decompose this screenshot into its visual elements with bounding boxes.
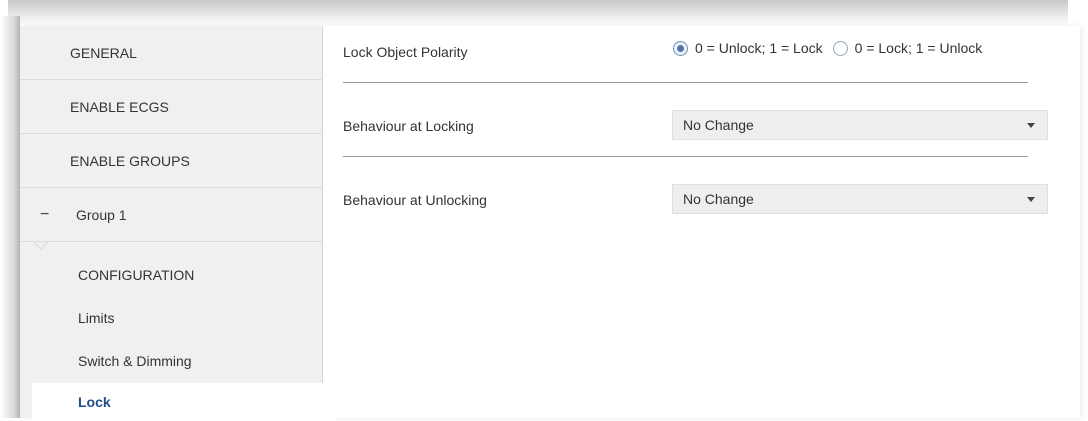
- sidebar-item-general[interactable]: GENERAL: [20, 26, 323, 80]
- polarity-option-lock-unlock[interactable]: 0 = Lock; 1 = Unlock: [832, 40, 983, 56]
- sidebar: GENERAL ENABLE ECGS ENABLE GROUPS − Grou…: [20, 26, 336, 421]
- behaviour-locking-label: Behaviour at Locking: [343, 118, 474, 134]
- behaviour-locking-select[interactable]: No Change: [672, 110, 1048, 140]
- sidebar-subitem-label: Lock: [78, 394, 111, 410]
- divider: [343, 156, 1028, 157]
- radio-label: 0 = Unlock; 1 = Lock: [695, 40, 823, 56]
- sidebar-subitem-lock[interactable]: Lock: [32, 383, 336, 421]
- sidebar-item-label: ENABLE ECGS: [70, 98, 169, 115]
- behaviour-unlocking-label: Behaviour at Unlocking: [343, 192, 487, 208]
- select-value: No Change: [683, 117, 754, 133]
- collapse-minus-icon[interactable]: −: [40, 188, 49, 242]
- tree-notch-icon: [34, 242, 48, 250]
- polarity-option-unlock-lock[interactable]: 0 = Unlock; 1 = Lock: [673, 40, 823, 56]
- sidebar-subitem-label: CONFIGURATION: [78, 267, 195, 283]
- sidebar-item-label: ENABLE GROUPS: [70, 152, 190, 169]
- radio-checked-icon[interactable]: [673, 40, 688, 56]
- sidebar-item-label: Group 1: [76, 206, 127, 223]
- select-value: No Change: [683, 191, 754, 207]
- sidebar-item-group-1[interactable]: − Group 1: [20, 188, 323, 242]
- radio-unchecked-icon[interactable]: [832, 40, 848, 56]
- sidebar-subitem-switch-dimming[interactable]: Switch & Dimming: [20, 342, 323, 380]
- sidebar-subitem-label: Switch & Dimming: [78, 353, 192, 369]
- sidebar-subitem-configuration[interactable]: CONFIGURATION: [20, 256, 323, 294]
- sidebar-subitem-limits[interactable]: Limits: [20, 299, 323, 337]
- main-panel: Lock Object Polarity 0 = Unlock; 1 = Loc…: [323, 26, 1080, 418]
- radio-label: 0 = Lock; 1 = Unlock: [854, 40, 983, 56]
- dropdown-caret-icon: [1027, 197, 1035, 202]
- divider: [343, 82, 1028, 83]
- window-left-shadow: [0, 16, 20, 418]
- window-top-shadow: [8, 0, 1068, 26]
- lock-polarity-radio-group: 0 = Unlock; 1 = Lock 0 = Lock; 1 = Unloc…: [673, 40, 982, 56]
- sidebar-item-label: GENERAL: [70, 44, 137, 61]
- dropdown-caret-icon: [1027, 123, 1035, 128]
- sidebar-subitem-label: Limits: [78, 310, 115, 326]
- sidebar-item-enable-groups[interactable]: ENABLE GROUPS: [20, 134, 323, 188]
- lock-polarity-label: Lock Object Polarity: [343, 44, 468, 60]
- behaviour-unlocking-select[interactable]: No Change: [672, 184, 1048, 214]
- sidebar-item-enable-ecgs[interactable]: ENABLE ECGS: [20, 80, 323, 134]
- settings-window: GENERAL ENABLE ECGS ENABLE GROUPS − Grou…: [20, 26, 1080, 421]
